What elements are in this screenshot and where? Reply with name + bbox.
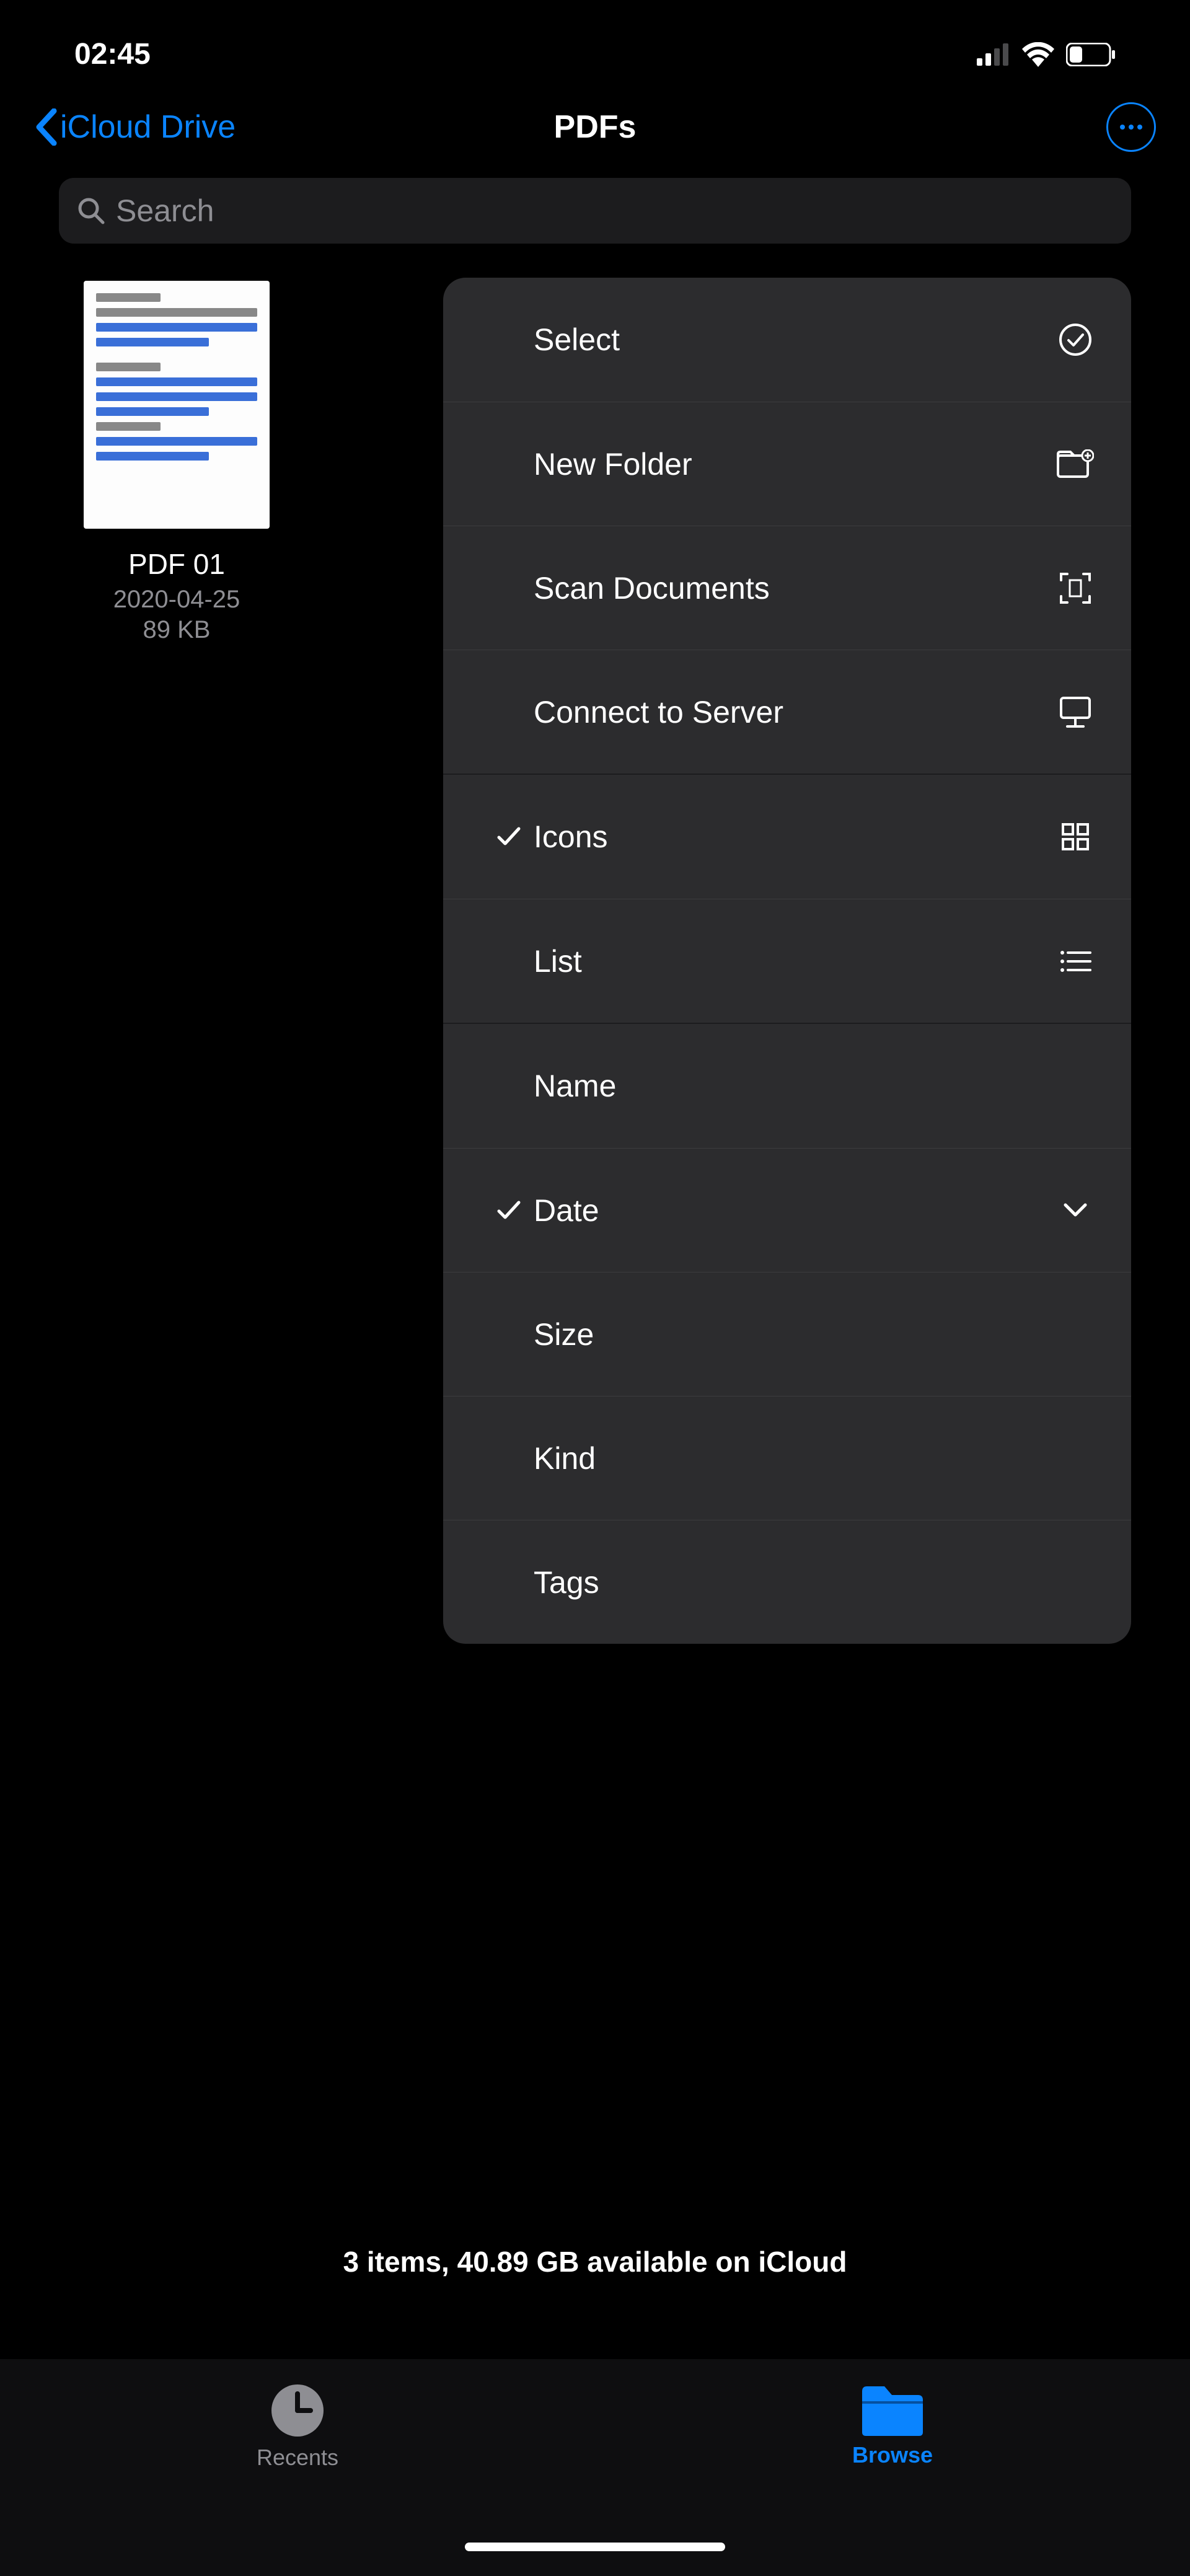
menu-label: Name bbox=[527, 1068, 1057, 1104]
menu-scan-documents[interactable]: Scan Documents bbox=[443, 526, 1131, 650]
menu-select[interactable]: Select bbox=[443, 278, 1131, 402]
new-folder-icon bbox=[1057, 449, 1094, 479]
check-icon bbox=[490, 1200, 527, 1221]
back-button[interactable]: iCloud Drive bbox=[34, 108, 236, 146]
nav-header: iCloud Drive PDFs bbox=[0, 90, 1190, 170]
search-icon bbox=[77, 197, 105, 224]
more-button[interactable] bbox=[1106, 102, 1156, 152]
menu-new-folder[interactable]: New Folder bbox=[443, 402, 1131, 526]
menu-sort-size[interactable]: Size bbox=[443, 1272, 1131, 1396]
menu-label: Kind bbox=[527, 1440, 1057, 1476]
clock-icon bbox=[270, 2383, 325, 2438]
battery-icon bbox=[1066, 43, 1116, 66]
tab-label: Browse bbox=[852, 2442, 933, 2468]
status-bar: 02:45 bbox=[0, 0, 1190, 90]
tab-label: Recents bbox=[257, 2445, 338, 2471]
select-icon bbox=[1057, 323, 1094, 356]
grid-icon bbox=[1057, 822, 1094, 852]
list-icon bbox=[1057, 949, 1094, 974]
file-size: 89 KB bbox=[59, 616, 294, 644]
menu-label: Tags bbox=[527, 1564, 1057, 1600]
pdf-thumbnail-icon bbox=[84, 281, 270, 529]
file-name: PDF 01 bbox=[59, 547, 294, 581]
context-menu: Select New Folder Scan Documents bbox=[443, 278, 1131, 1644]
file-item[interactable]: PDF 01 2020-04-25 89 KB bbox=[59, 281, 294, 644]
check-icon bbox=[490, 826, 527, 847]
menu-label: Size bbox=[527, 1317, 1057, 1352]
menu-sort-kind[interactable]: Kind bbox=[443, 1396, 1131, 1520]
wifi-icon bbox=[1021, 42, 1055, 67]
menu-label: Scan Documents bbox=[527, 570, 1057, 606]
tab-recents[interactable]: Recents bbox=[0, 2383, 595, 2471]
tab-browse[interactable]: Browse bbox=[595, 2383, 1190, 2468]
chevron-down-icon bbox=[1057, 1202, 1094, 1219]
menu-sort-date[interactable]: Date bbox=[443, 1148, 1131, 1272]
menu-sort-tags[interactable]: Tags bbox=[443, 1520, 1131, 1644]
page-title: PDFs bbox=[554, 108, 637, 146]
cellular-signal-icon bbox=[977, 43, 1010, 66]
server-icon bbox=[1057, 695, 1094, 729]
file-date: 2020-04-25 bbox=[59, 586, 294, 614]
search-placeholder: Search bbox=[116, 193, 214, 229]
menu-view-icons[interactable]: Icons bbox=[443, 775, 1131, 899]
chevron-left-icon bbox=[34, 108, 58, 146]
menu-label: Date bbox=[527, 1193, 1057, 1228]
search-input[interactable]: Search bbox=[59, 178, 1131, 244]
menu-sort-name[interactable]: Name bbox=[443, 1024, 1131, 1148]
menu-label: Icons bbox=[527, 819, 1057, 855]
status-time: 02:45 bbox=[74, 37, 151, 71]
home-indicator[interactable] bbox=[465, 2543, 725, 2551]
menu-label: List bbox=[527, 943, 1057, 979]
menu-label: New Folder bbox=[527, 446, 1057, 482]
folder-icon bbox=[858, 2383, 927, 2436]
more-icon bbox=[1120, 125, 1142, 130]
back-label: iCloud Drive bbox=[60, 108, 236, 146]
menu-view-list[interactable]: List bbox=[443, 899, 1131, 1023]
scan-icon bbox=[1057, 571, 1094, 605]
menu-label: Select bbox=[527, 322, 1057, 358]
menu-connect-server[interactable]: Connect to Server bbox=[443, 650, 1131, 774]
storage-status: 3 items, 40.89 GB available on iCloud bbox=[0, 2245, 1190, 2278]
menu-label: Connect to Server bbox=[527, 694, 1057, 730]
